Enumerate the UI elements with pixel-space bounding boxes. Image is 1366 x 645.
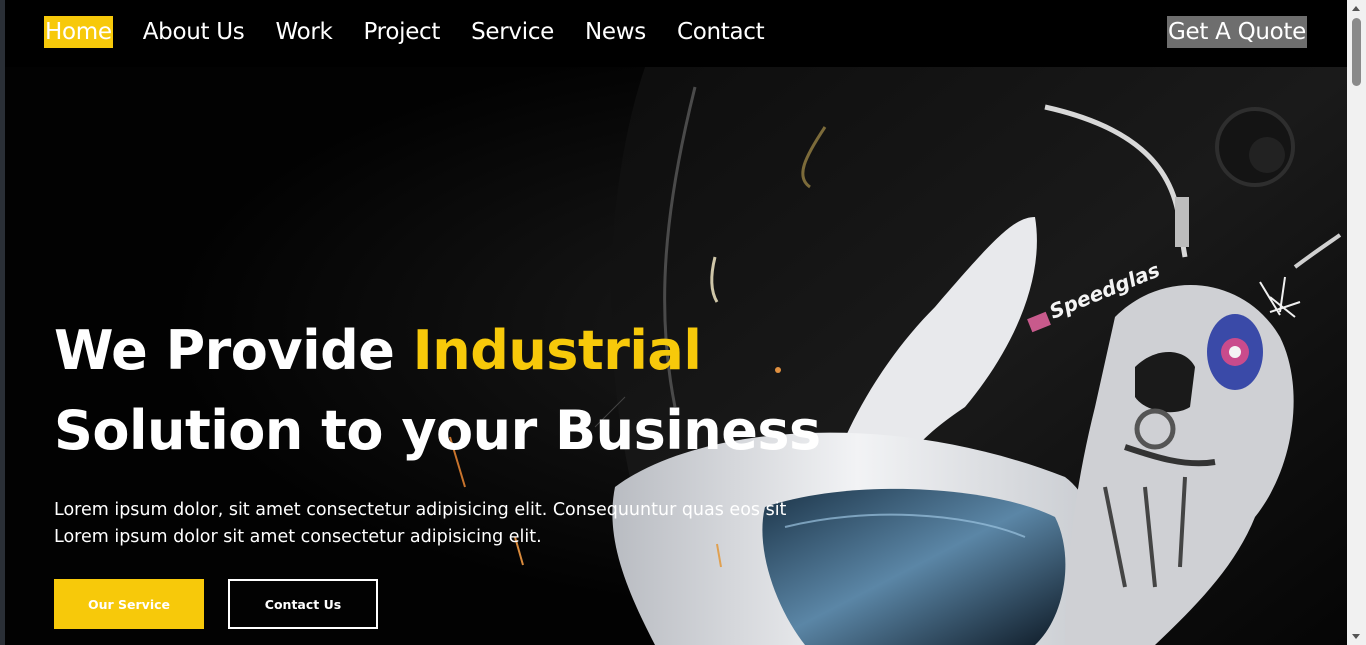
nav-item-service[interactable]: Service (470, 16, 555, 48)
nav-item-home[interactable]: Home (44, 16, 113, 48)
scroll-down-arrow-icon[interactable] (1352, 634, 1360, 639)
nav-item-work[interactable]: Work (274, 16, 333, 48)
nav-links: Home About Us Work Project Service News … (44, 16, 794, 48)
nav-item-about-us[interactable]: About Us (142, 16, 246, 48)
hero-paragraph: Lorem ipsum dolor, sit amet consectetur … (54, 497, 814, 551)
hero-paragraph-line2: Lorem ipsum dolor sit amet consectetur a… (54, 527, 542, 547)
navbar: Home About Us Work Project Service News … (5, 0, 1347, 67)
scrollbar-thumb[interactable] (1352, 18, 1361, 86)
contact-us-button[interactable]: Contact Us (228, 579, 378, 629)
our-service-button[interactable]: Our Service (54, 579, 204, 629)
hero-title-part1: We Provide (54, 319, 413, 382)
nav-item-contact[interactable]: Contact (676, 16, 765, 48)
hero-title-highlight: Industrial (412, 319, 702, 382)
browser-window: Home About Us Work Project Service News … (0, 0, 1366, 645)
scroll-up-arrow-icon[interactable] (1352, 6, 1360, 11)
nav-item-project[interactable]: Project (363, 16, 442, 48)
hero-title-line2: Solution to your Business (54, 399, 821, 462)
hero-section: Speedglas We Provide Industrial Solution … (5, 67, 1347, 645)
get-a-quote-button[interactable]: Get A Quote (1167, 16, 1307, 48)
nav-item-news[interactable]: News (584, 16, 647, 48)
hero-title: We Provide Industrial Solution to your Bu… (54, 311, 821, 471)
vertical-scrollbar[interactable] (1347, 0, 1366, 645)
page-viewport: Home About Us Work Project Service News … (5, 0, 1347, 645)
hero-paragraph-line1: Lorem ipsum dolor, sit amet consectetur … (54, 500, 787, 520)
